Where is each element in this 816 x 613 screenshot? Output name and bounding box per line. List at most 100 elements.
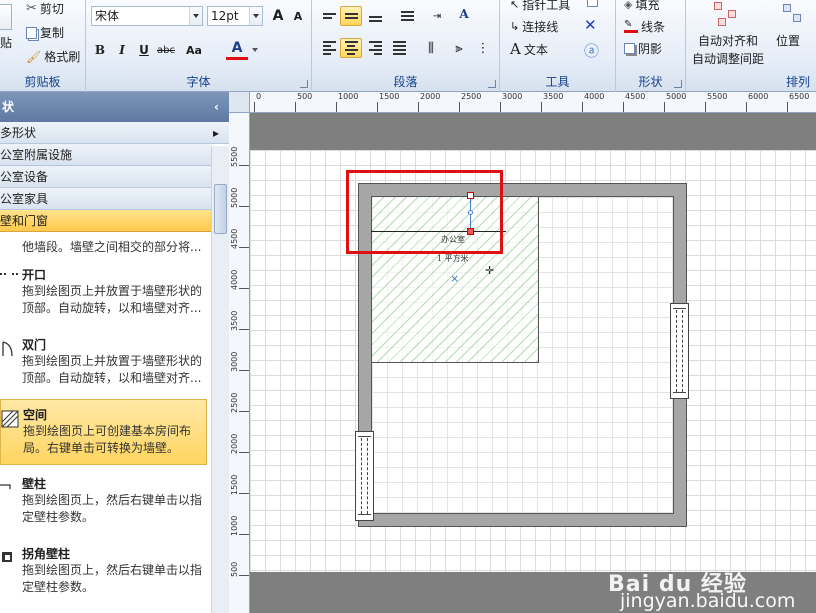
- more-shapes-menu[interactable]: 多形状 ▸: [0, 122, 229, 144]
- dialog-launcher-icon[interactable]: [488, 80, 496, 88]
- space-icon: [1, 410, 19, 428]
- copy-button[interactable]: 复制: [26, 24, 64, 41]
- pin-icon[interactable]: ×: [450, 273, 459, 284]
- list-item[interactable]: 拐角壁柱 拖到绘图页上，然后右键单击以指定壁柱参数。: [0, 539, 207, 605]
- text-style-icon[interactable]: A: [453, 4, 475, 24]
- align-left-button[interactable]: [318, 38, 340, 58]
- auto-space-label[interactable]: 自动调整间距: [692, 50, 764, 67]
- grow-font-button[interactable]: A: [267, 6, 289, 26]
- paste-icon[interactable]: [0, 4, 12, 30]
- shapes-pane-title: 状: [2, 100, 15, 114]
- font-color-button[interactable]: A: [226, 38, 248, 60]
- position-label[interactable]: 位置: [776, 32, 800, 49]
- stencil-office-accessories[interactable]: 公室附属设施: [0, 144, 211, 166]
- shapes-pane-header: 状 ‹: [0, 92, 229, 122]
- auto-align-icon[interactable]: [712, 2, 740, 28]
- room-area-label[interactable]: 1 平方米: [437, 253, 469, 264]
- shape-desc: 拖到绘图页上并放置于墙壁形状的顶部。自动旋转，以和墙壁对齐...: [22, 354, 203, 385]
- cut-button[interactable]: ✂ 剪切: [26, 0, 64, 17]
- fill-button[interactable]: ◈ 填充: [624, 0, 659, 13]
- vertical-ruler[interactable]: 5500 5000 4500 4000 3500 3000 2500 2000 1500 1000…: [229, 113, 250, 613]
- align-bottom-icon: [368, 10, 382, 22]
- shape-desc: 拖到绘图页上，然后右键单击以指定壁柱参数。: [22, 493, 203, 524]
- dialog-launcher-icon[interactable]: [300, 80, 308, 88]
- dialog-launcher-icon[interactable]: [674, 80, 682, 88]
- wall-window-left[interactable]: [355, 431, 374, 521]
- stencil-walls-doors-windows[interactable]: 壁和门窗: [0, 210, 211, 232]
- paste-label[interactable]: 贴: [0, 34, 12, 51]
- font-size-combo[interactable]: 12pt: [207, 6, 263, 26]
- text-tool-button[interactable]: A 文本: [510, 40, 548, 58]
- connector-button[interactable]: ↳ 连接线: [510, 18, 558, 35]
- align-middle-icon: [344, 13, 358, 19]
- shape-desc: 拖到绘图页上，然后右键单击以指定壁柱参数。: [22, 563, 203, 594]
- arrange-group: 自动对齐和 自动调整间距 位置 排列: [686, 0, 816, 92]
- opening-icon: [0, 273, 18, 275]
- font-name-combo[interactable]: 宋体: [91, 6, 203, 26]
- align-right-button[interactable]: [364, 38, 386, 58]
- pointer-tool-button[interactable]: ↖ 指针工具: [510, 0, 570, 13]
- rectangle-tool-icon[interactable]: [587, 0, 598, 7]
- indent-icon[interactable]: ⇥: [426, 6, 448, 26]
- paragraph-group: ⇥ A ⫼ ⫸ ⋮ 段落: [312, 0, 500, 92]
- chevron-down-icon[interactable]: [249, 7, 262, 25]
- fill-bucket-icon: ◈: [624, 0, 633, 11]
- strikethrough-button[interactable]: abc: [155, 40, 177, 60]
- align-top-button[interactable]: [318, 6, 340, 26]
- shape-title: 空间: [23, 408, 48, 422]
- connection-point-icon[interactable]: ⓐ: [584, 40, 599, 61]
- font-group-label: 字体: [186, 75, 211, 89]
- visio-window: 贴 ✂ 剪切 复制 🖌 格式刷 剪贴板 宋体 12pt A A B I U ab…: [0, 0, 816, 613]
- align-center-icon: [344, 41, 358, 55]
- list-item[interactable]: 空间 拖到绘图页上可创建基本房间布局。右键单击可转换为墙壁。: [0, 399, 207, 465]
- list-item[interactable]: 开口 拖到绘图页上并放置于墙壁形状的顶部。自动旋转，以和墙壁对齐...: [0, 260, 207, 326]
- horizontal-ruler[interactable]: 0 500 1000 1500 2000 2500 3000 3500 4000 4500 5000…: [250, 92, 816, 113]
- chevron-down-icon[interactable]: [189, 7, 202, 25]
- shape-group: ◈ 填充 ✎ 线条 阴影 形状: [616, 0, 686, 92]
- double-door-icon: [2, 341, 13, 357]
- chevron-right-icon: ▸: [212, 126, 219, 140]
- scrollbar-thumb[interactable]: [214, 184, 227, 234]
- shape-title: 壁柱: [22, 477, 47, 491]
- crosshair-icon: ✛: [485, 264, 495, 277]
- shape-desc: 拖到绘图页上可创建基本房间布局。右键单击可转换为墙壁。: [23, 424, 192, 455]
- stencil-office-furniture[interactable]: 公室家具: [0, 188, 211, 210]
- clipboard-group-label: 剪贴板: [24, 75, 61, 89]
- list-item[interactable]: 双门 拖到绘图页上并放置于墙壁形状的顶部。自动旋转，以和墙壁对齐...: [0, 330, 207, 396]
- collapse-pane-icon[interactable]: ‹: [214, 92, 219, 122]
- position-icon[interactable]: [783, 4, 803, 28]
- distribute-icon[interactable]: ⫸: [448, 38, 470, 58]
- tools-group-label: 工具: [545, 75, 570, 89]
- align-middle-button[interactable]: [340, 6, 362, 26]
- bullets-button[interactable]: [396, 6, 418, 26]
- bold-button[interactable]: B: [89, 40, 111, 60]
- corner-pilaster-icon: [2, 552, 12, 562]
- bullets-icon: [400, 11, 414, 21]
- shadow-icon: [624, 43, 635, 54]
- chevron-down-icon[interactable]: [252, 48, 258, 55]
- shape-list: 他墙段。墙壁之间相交的部分将... 开口 拖到绘图页上并放置于墙壁形状的顶部。自…: [0, 238, 211, 613]
- justify-button[interactable]: [388, 38, 410, 58]
- underline-button[interactable]: U: [133, 40, 155, 60]
- ribbon: 贴 ✂ 剪切 复制 🖌 格式刷 剪贴板 宋体 12pt A A B I U ab…: [0, 0, 816, 92]
- align-center-button[interactable]: [340, 38, 362, 58]
- line-button[interactable]: ✎ 线条: [624, 18, 665, 35]
- shape-title: 拐角壁柱: [22, 547, 71, 561]
- change-case-button[interactable]: Aa: [179, 40, 209, 60]
- shape-title: 开口: [22, 268, 47, 282]
- text-direction-icon[interactable]: ⫼: [420, 38, 442, 58]
- stencil-scrollbar[interactable]: [211, 146, 229, 613]
- align-bottom-button[interactable]: [364, 6, 386, 26]
- italic-button[interactable]: I: [111, 40, 133, 60]
- list-item[interactable]: 壁柱 拖到绘图页上，然后右键单击以指定壁柱参数。: [0, 469, 207, 535]
- shrink-font-button[interactable]: A: [287, 6, 309, 26]
- tools-group: ↖ 指针工具 ↳ 连接线 ✕ A 文本 ⓐ 工具: [500, 0, 616, 92]
- spacing-icon[interactable]: ⋮: [472, 38, 494, 58]
- close-icon[interactable]: ✕: [584, 16, 597, 34]
- shadow-button[interactable]: 阴影: [624, 40, 662, 57]
- stencil-office-equipment[interactable]: 公室设备: [0, 166, 211, 188]
- auto-align-label[interactable]: 自动对齐和: [698, 32, 758, 49]
- format-painter-button[interactable]: 🖌 格式刷: [26, 48, 80, 65]
- wall-window-right[interactable]: [670, 303, 689, 399]
- watermark-url: jingyan.baidu.com: [620, 590, 796, 612]
